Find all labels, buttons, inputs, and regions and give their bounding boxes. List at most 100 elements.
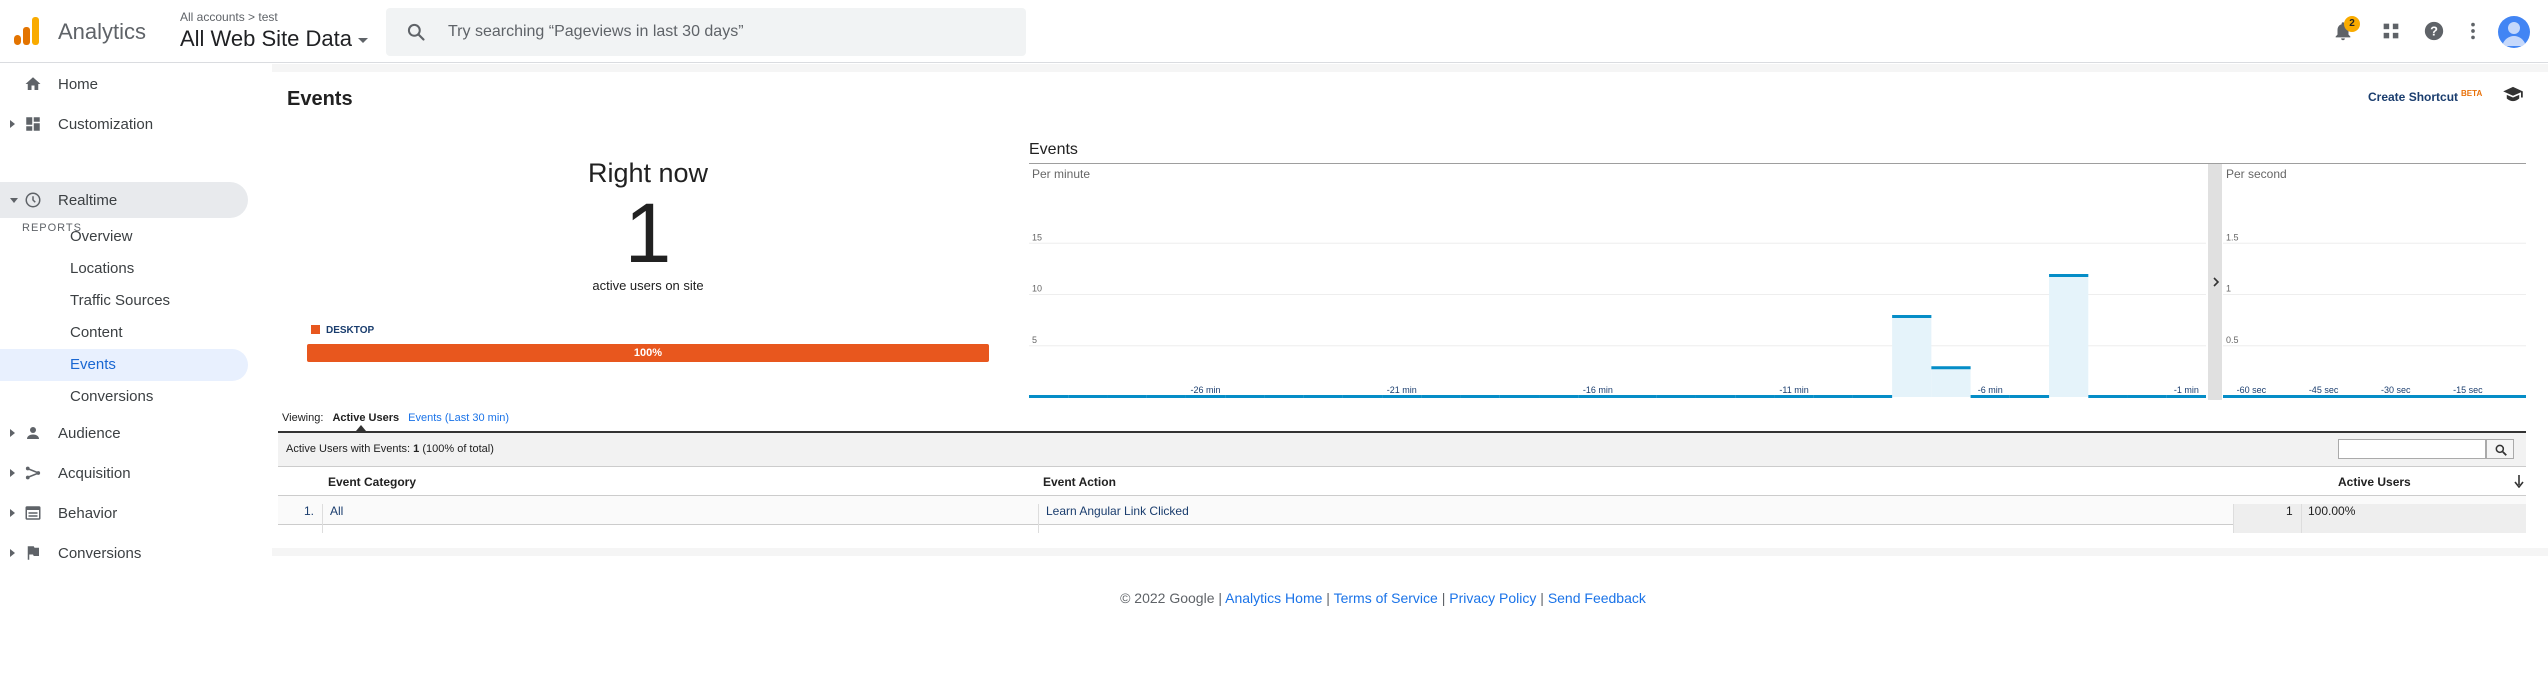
- apps-grid-icon: [2383, 23, 2399, 39]
- active-users-cell-bg: [2233, 504, 2526, 533]
- person-icon: [27, 427, 39, 439]
- apps-button[interactable]: [2380, 20, 2402, 42]
- create-shortcut-label: Create Shortcut: [2368, 90, 2459, 104]
- cell-category[interactable]: All: [330, 504, 343, 518]
- baseline-segment: [1735, 395, 1775, 398]
- viewing-tabs: Viewing: Active Users Events (Last 30 mi…: [282, 412, 509, 424]
- app-name: Analytics: [58, 19, 147, 44]
- footer-copyright: © 2022 Google: [1120, 590, 1215, 606]
- expand-arrow-icon: [10, 429, 15, 437]
- cell-action[interactable]: Learn Angular Link Clicked: [1046, 504, 1189, 518]
- sidebar-item-events[interactable]: Events: [0, 349, 248, 381]
- col-header-category[interactable]: Event Category: [328, 475, 416, 489]
- footer-link-terms[interactable]: Terms of Service: [1334, 590, 1438, 606]
- footer-link-feedback[interactable]: Send Feedback: [1548, 590, 1646, 606]
- search-input[interactable]: [448, 20, 1008, 44]
- bar: [1931, 366, 1971, 397]
- sidebar-item-traffic-sources[interactable]: Traffic Sources: [0, 285, 248, 317]
- bar-top: [1892, 315, 1932, 318]
- footer-separator: [272, 548, 2548, 556]
- sidebar-item-acquisition[interactable]: Acquisition: [0, 455, 256, 491]
- analytics-logo[interactable]: [14, 17, 40, 45]
- x-tick-label: -60 sec: [2237, 385, 2267, 395]
- search-bar[interactable]: [386, 8, 1026, 56]
- col-header-users[interactable]: Active Users: [2338, 475, 2411, 489]
- sidebar-label-behavior: Behavior: [58, 504, 118, 522]
- flag-icon: [27, 546, 39, 560]
- sort-arrow-down-icon[interactable]: [2514, 475, 2524, 488]
- beta-badge: BETA: [2461, 89, 2483, 98]
- sidebar-item-audience[interactable]: Audience: [0, 415, 256, 451]
- table-search-input[interactable]: [2338, 439, 2486, 459]
- property-name: All Web Site Data: [180, 26, 353, 51]
- sidebar-item-conversions[interactable]: Conversions: [0, 535, 256, 571]
- account-breadcrumb[interactable]: All accounts > test: [180, 10, 278, 24]
- footer-link-privacy[interactable]: Privacy Policy: [1449, 590, 1536, 606]
- baseline-segment: [1813, 395, 1853, 398]
- baseline-segment: [1342, 395, 1383, 398]
- collapse-arrow-icon: [10, 197, 18, 203]
- search-icon: [407, 23, 425, 41]
- tab-active-users[interactable]: Active Users: [332, 412, 399, 424]
- property-selector[interactable]: All Web Site Data: [180, 26, 369, 52]
- sidebar-label-home: Home: [58, 75, 99, 93]
- baseline-segment: [1499, 395, 1540, 398]
- y-tick-label: 1: [2226, 284, 2231, 294]
- tab-events-last-30[interactable]: Events (Last 30 min): [408, 412, 509, 424]
- graduation-cap-icon[interactable]: [2502, 86, 2524, 102]
- sidebar-item-conversions-realtime[interactable]: Conversions: [0, 381, 248, 413]
- sidebar-label-audience: Audience: [58, 424, 121, 442]
- x-tick-label: -26 min: [1191, 385, 1221, 395]
- baseline-segment: [1146, 395, 1186, 398]
- help-button[interactable]: ?: [2423, 20, 2445, 42]
- page-title: Events: [287, 88, 353, 110]
- summary-pct: (100% of total): [422, 443, 494, 455]
- per-minute-label: Per minute: [1032, 167, 1090, 181]
- device-share-bar: 100%: [307, 344, 989, 362]
- sidebar-item-overview[interactable]: Overview: [0, 221, 248, 253]
- expand-arrow-icon: [10, 469, 15, 477]
- sidebar-item-realtime[interactable]: Realtime: [0, 182, 248, 218]
- notification-badge: 2: [2344, 16, 2360, 32]
- table-row: 1. All Learn Angular Link Clicked 1 100.…: [278, 496, 2526, 533]
- content-top-separator: [272, 64, 2548, 72]
- y-tick-label: 0.5: [2226, 335, 2239, 345]
- notifications-button[interactable]: 2: [2332, 16, 2360, 42]
- person-icon: [2502, 22, 2526, 46]
- search-icon: [2495, 444, 2507, 456]
- help-icon: ?: [2424, 21, 2444, 41]
- bar: [1892, 315, 1932, 397]
- active-users-label: active users on site: [592, 278, 704, 293]
- col-divider: [2301, 504, 2302, 533]
- events-table: Active Users with Events: 1 (100% of tot…: [278, 433, 2526, 533]
- baseline-segment: [1460, 395, 1500, 398]
- baseline-segment: [1617, 395, 1657, 398]
- footer-link-analytics-home[interactable]: Analytics Home: [1225, 590, 1322, 606]
- x-tick-label: -30 sec: [2381, 385, 2411, 395]
- expand-arrow-icon: [10, 509, 15, 517]
- baseline-segment: [1539, 395, 1579, 398]
- col-header-action[interactable]: Event Action: [1043, 475, 1116, 489]
- sidebar-item-content[interactable]: Content: [0, 317, 248, 349]
- x-tick-label: -15 sec: [2453, 385, 2483, 395]
- col-divider: [1038, 504, 1039, 533]
- sidebar-item-locations[interactable]: Locations: [0, 253, 248, 285]
- sidebar-item-home[interactable]: Home: [0, 66, 256, 102]
- viewing-label: Viewing:: [282, 412, 324, 424]
- baseline-segment: [1225, 395, 1265, 398]
- create-shortcut-link[interactable]: Create Shortcut BETA: [2368, 89, 2482, 104]
- sidebar-item-behavior[interactable]: Behavior: [0, 495, 256, 531]
- table-search-button[interactable]: [2486, 439, 2514, 459]
- more-options-button[interactable]: [2462, 20, 2484, 42]
- summary-label: Active Users with Events:: [286, 443, 411, 455]
- panel-divider: [2208, 164, 2222, 400]
- sidebar-label-customization: Customization: [58, 115, 154, 133]
- behavior-icon: [25, 506, 41, 520]
- sidebar-item-customization[interactable]: Customization: [0, 106, 256, 142]
- baseline-segment: [1774, 395, 1814, 398]
- clock-icon: [25, 192, 41, 208]
- y-tick-label: 5: [1032, 335, 1037, 345]
- x-tick-label: -21 min: [1387, 385, 1417, 395]
- baseline-segment: [2127, 395, 2167, 398]
- account-avatar[interactable]: [2498, 16, 2530, 48]
